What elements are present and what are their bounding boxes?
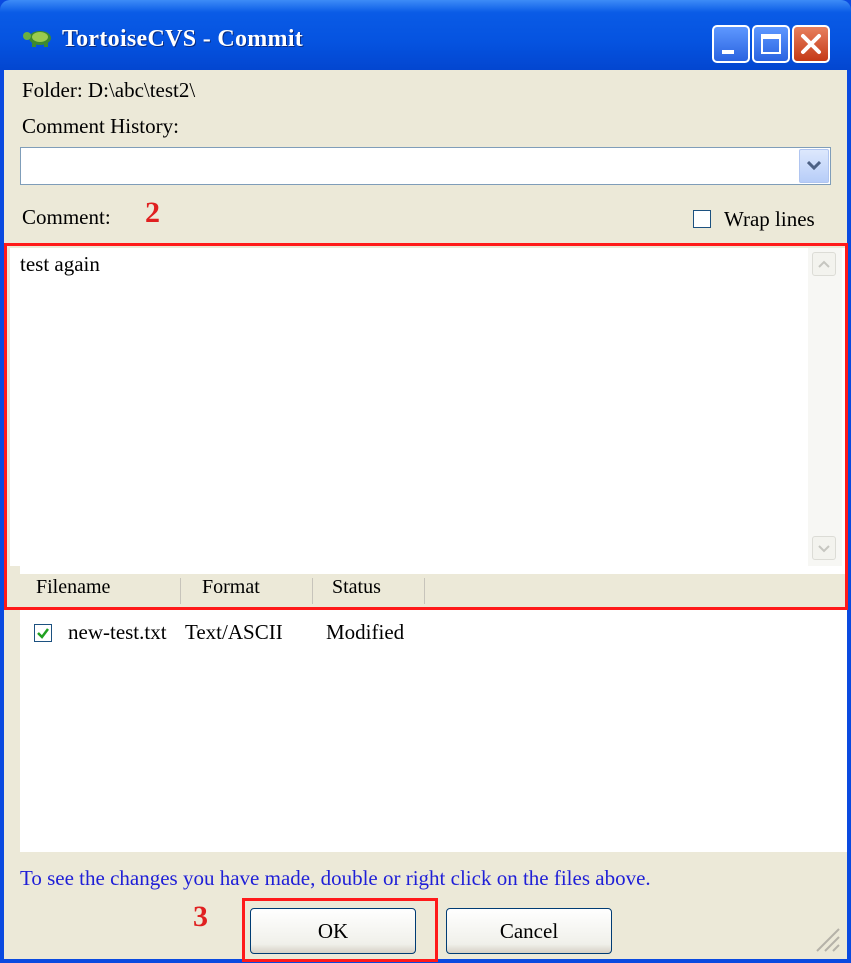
- close-button[interactable]: [792, 25, 830, 63]
- wrap-lines-label[interactable]: Wrap lines: [724, 207, 815, 232]
- annotation-box-ok: [242, 898, 438, 962]
- file-status: Modified: [326, 620, 405, 644]
- file-format: Text/ASCII: [185, 620, 283, 644]
- hint-text: To see the changes you have made, double…: [20, 866, 651, 890]
- tortoise-icon: [23, 31, 51, 47]
- annotation-box-comment: [4, 243, 848, 610]
- minimize-button[interactable]: [712, 25, 750, 63]
- minimize-icon: [722, 50, 734, 54]
- comment-label: Comment:: [22, 205, 111, 229]
- comment-history-dropdown[interactable]: [20, 147, 831, 185]
- maximize-icon: [761, 34, 781, 54]
- chevron-down-icon: [807, 161, 821, 171]
- resize-grip-icon[interactable]: [811, 923, 841, 953]
- checkmark-icon: [37, 628, 49, 639]
- cancel-button[interactable]: Cancel: [446, 908, 612, 954]
- title-bar[interactable]: TortoiseCVS - Commit: [0, 0, 851, 70]
- file-name: new-test.txt: [68, 620, 167, 644]
- maximize-button[interactable]: [752, 25, 790, 63]
- wrap-lines-checkbox[interactable]: [693, 210, 711, 228]
- dropdown-button[interactable]: [799, 149, 829, 183]
- file-checkbox[interactable]: [34, 624, 52, 642]
- folder-label: Folder: D:\abc\test2\: [22, 78, 196, 102]
- annotation-number-2: 2: [145, 196, 160, 229]
- close-icon: [801, 34, 821, 54]
- annotation-number-3: 3: [193, 900, 208, 933]
- comment-history-label: Comment History:: [22, 114, 179, 138]
- window-title: TortoiseCVS - Commit: [62, 26, 304, 52]
